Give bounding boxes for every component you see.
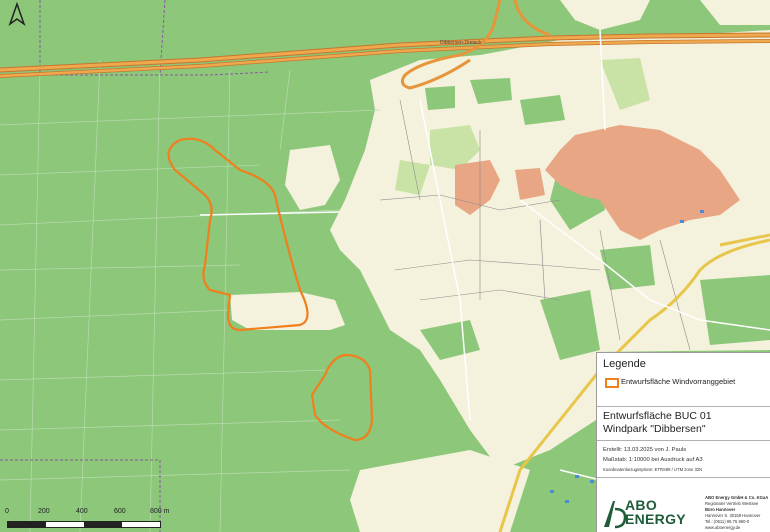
created-info: Erstellt: 13.03.2025 von J. Pauls <box>603 447 687 453</box>
company-line-5: Tel.: (0511) 95 75 960-0 <box>705 519 750 524</box>
scale-label-200: 200 <box>38 508 50 515</box>
project-subtitle: Windpark "Dibbersen" <box>603 423 706 435</box>
company-name: ABO Energy GmbH & Co. KGaA <box>705 495 769 500</box>
legend-title: Legende <box>603 358 646 370</box>
legend-panel: Legende Entwurfsfläche Windvorranggebiet… <box>596 352 770 532</box>
crs-info: Koordinatenbezugssystem: ETRS89 / UTM zo… <box>603 467 703 472</box>
logo-line-2: ENERGY <box>625 511 686 527</box>
scale-bar-segments <box>7 521 161 528</box>
scale-label-800: 800 m <box>150 508 170 515</box>
scale-info: Maßstab: 1:10000 bei Ausdruck auf A3 <box>603 457 703 463</box>
scale-label-0: 0 <box>5 508 9 515</box>
legend-item-label: Entwurfsfläche Windvorranggebiet <box>621 377 736 386</box>
scale-bar: 0 200 400 600 800 m <box>0 505 230 532</box>
company-line-4: Hannover S. 30159 Hannover <box>705 513 761 518</box>
company-line-3: Büro Hannover <box>705 507 736 512</box>
company-line-2: Regionaler Vertrieb Westsee <box>705 501 759 506</box>
scale-label-600: 600 <box>114 508 126 515</box>
legend-swatch-icon <box>605 378 619 388</box>
project-title: Entwurfsfläche BUC 01 <box>603 410 712 422</box>
company-line-6: www.aboenergy.de <box>705 525 741 530</box>
legend-divider <box>597 477 770 478</box>
legend-divider <box>597 406 770 407</box>
scale-label-400: 400 <box>76 508 88 515</box>
legend-divider <box>597 440 770 441</box>
north-arrow-icon <box>8 2 26 26</box>
place-label-dibbersen-dreieck: Dibbersen-Dreieck <box>440 40 482 46</box>
